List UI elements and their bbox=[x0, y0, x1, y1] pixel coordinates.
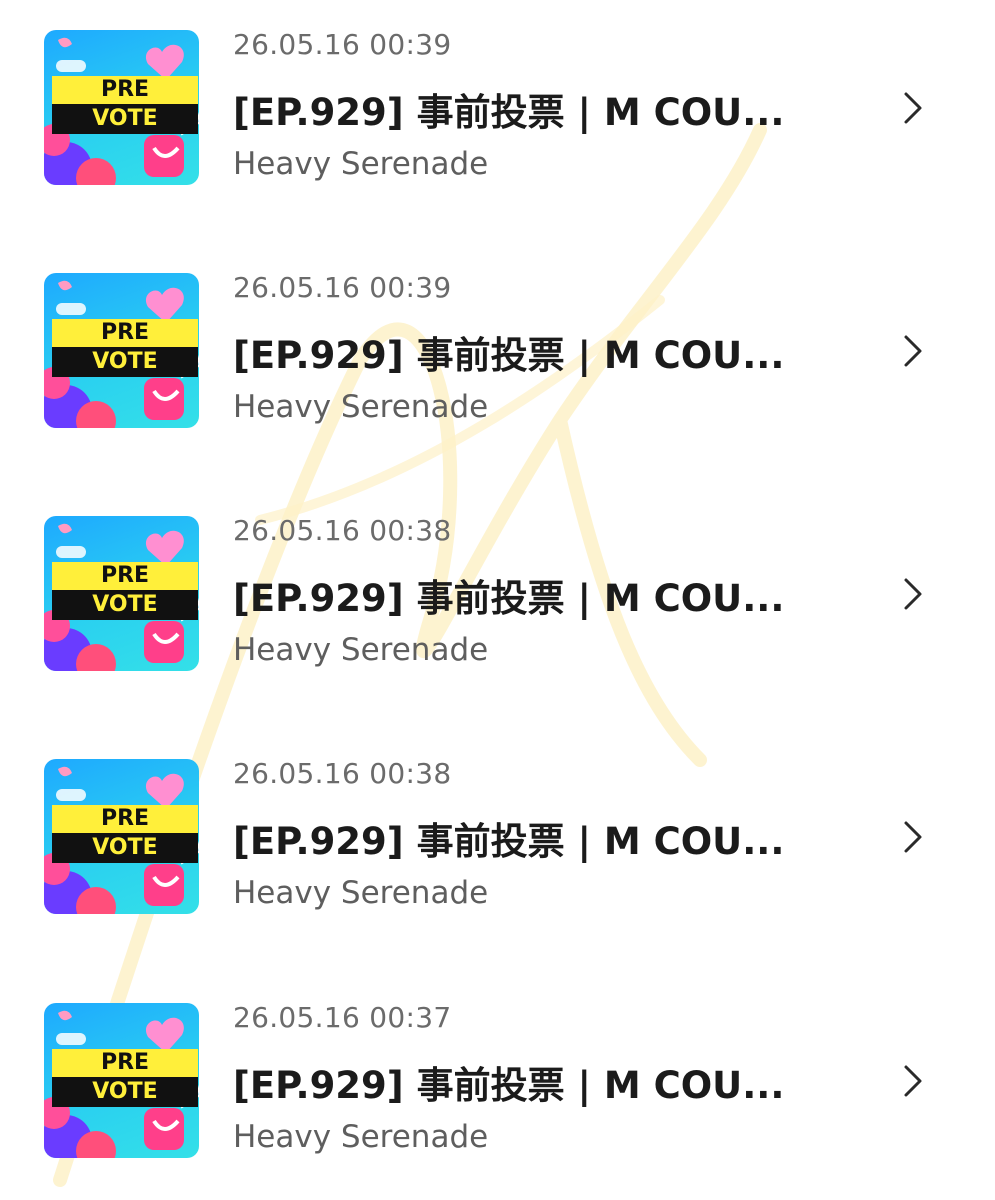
vote-timestamp: 26.05.16 00:37 bbox=[233, 1001, 452, 1034]
episode-title: [EP.929] 事前投票 | M COU... bbox=[233, 820, 785, 863]
list-item[interactable]: PRE VOTE 26.05.16 00:38 [EP.929] 事前投票 | … bbox=[0, 757, 995, 919]
song-title: Heavy Serenade bbox=[233, 389, 489, 425]
pre-vote-thumbnail: PRE VOTE bbox=[44, 30, 199, 185]
list-item[interactable]: PRE VOTE 26.05.16 00:39 [EP.929] 事前投票 | … bbox=[0, 271, 995, 433]
episode-title: [EP.929] 事前投票 | M COU... bbox=[233, 1064, 785, 1107]
thumbnail-label-bottom: VOTE bbox=[92, 835, 158, 860]
episode-title: [EP.929] 事前投票 | M COU... bbox=[233, 577, 785, 620]
pre-vote-thumbnail: PRE VOTE bbox=[44, 516, 199, 671]
thumbnail-label-bottom: VOTE bbox=[92, 106, 158, 131]
thumbnail-label-bottom: VOTE bbox=[92, 592, 158, 617]
episode-title: [EP.929] 事前投票 | M COU... bbox=[233, 91, 785, 134]
vote-history-page: PRE VOTE 26.05.16 00:39 [EP.929] 事前投票 | … bbox=[0, 0, 995, 1200]
song-title: Heavy Serenade bbox=[233, 875, 489, 911]
thumbnail-label-bottom: VOTE bbox=[92, 1079, 158, 1104]
vote-timestamp: 26.05.16 00:38 bbox=[233, 514, 452, 547]
vote-timestamp: 26.05.16 00:38 bbox=[233, 757, 452, 790]
pre-vote-thumbnail: PRE VOTE bbox=[44, 1003, 199, 1158]
list-item[interactable]: PRE VOTE 26.05.16 00:38 [EP.929] 事前投票 | … bbox=[0, 514, 995, 676]
thumbnail-label-top: PRE bbox=[100, 77, 150, 102]
song-title: Heavy Serenade bbox=[233, 146, 489, 182]
episode-title: [EP.929] 事前投票 | M COU... bbox=[233, 334, 785, 377]
chevron-right-icon[interactable] bbox=[898, 817, 926, 857]
chevron-right-icon[interactable] bbox=[898, 88, 926, 128]
vote-timestamp: 26.05.16 00:39 bbox=[233, 28, 452, 61]
chevron-right-icon[interactable] bbox=[898, 331, 926, 371]
thumbnail-label-top: PRE bbox=[100, 563, 150, 588]
song-title: Heavy Serenade bbox=[233, 632, 489, 668]
pre-vote-thumbnail: PRE VOTE bbox=[44, 273, 199, 428]
chevron-right-icon[interactable] bbox=[898, 1061, 926, 1101]
song-title: Heavy Serenade bbox=[233, 1119, 489, 1155]
thumbnail-label-bottom: VOTE bbox=[92, 349, 158, 374]
thumbnail-label-top: PRE bbox=[100, 806, 150, 831]
chevron-right-icon[interactable] bbox=[898, 574, 926, 614]
thumbnail-label-top: PRE bbox=[100, 320, 150, 345]
list-item[interactable]: PRE VOTE 26.05.16 00:37 [EP.929] 事前投票 | … bbox=[0, 1001, 995, 1163]
pre-vote-thumbnail: PRE VOTE bbox=[44, 759, 199, 914]
thumbnail-label-top: PRE bbox=[100, 1050, 150, 1075]
list-item[interactable]: PRE VOTE 26.05.16 00:39 [EP.929] 事前投票 | … bbox=[0, 28, 995, 190]
vote-timestamp: 26.05.16 00:39 bbox=[233, 271, 452, 304]
